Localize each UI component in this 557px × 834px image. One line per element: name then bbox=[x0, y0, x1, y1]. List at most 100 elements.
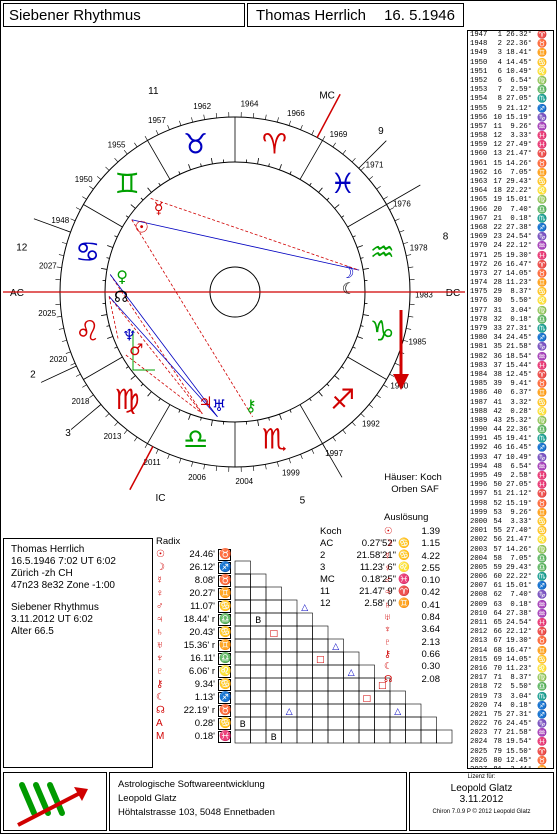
sign-glyph: ♒ bbox=[537, 600, 547, 610]
aspect-cell bbox=[327, 703, 344, 718]
degree-value: 2.58° bbox=[510, 472, 532, 480]
sign-glyph: ♑ bbox=[537, 233, 547, 243]
year-tick bbox=[179, 120, 182, 126]
degree-value: 3.33° bbox=[510, 517, 532, 526]
sign-glyph: ♊ bbox=[537, 389, 547, 399]
age-value: 76 bbox=[493, 720, 502, 729]
year-value: 1967 bbox=[470, 214, 488, 223]
year-tick bbox=[265, 464, 267, 470]
degree-value: 10.49° bbox=[506, 453, 532, 462]
zodiac-tick bbox=[360, 257, 364, 259]
year-tick bbox=[191, 117, 193, 123]
year-value: 2012 bbox=[470, 628, 488, 637]
age-value: 53 bbox=[493, 508, 502, 517]
aspect-cell bbox=[296, 664, 313, 679]
year-row: 1960 13 21.47° ♈ bbox=[470, 150, 553, 159]
year-row: 2024 78 19.54° ♓ bbox=[470, 738, 553, 747]
sign-glyph: ♋ bbox=[537, 58, 547, 68]
year-tick bbox=[406, 328, 412, 330]
aspect-cell bbox=[358, 729, 375, 744]
degree-value: 9.26° bbox=[510, 122, 532, 131]
ausloesung-row: ☊ 2.08 bbox=[384, 674, 464, 686]
year-value: 1963 bbox=[470, 178, 488, 186]
year-tick bbox=[134, 436, 138, 442]
aspect-cell bbox=[327, 729, 344, 744]
aspect-cell bbox=[250, 599, 267, 614]
degree-value: 27.05° bbox=[506, 481, 532, 490]
year-tick bbox=[89, 394, 94, 399]
year-label: 1992 bbox=[362, 419, 380, 428]
aspect-cell bbox=[234, 729, 251, 744]
aspect-cell bbox=[250, 729, 267, 744]
age-value: 68 bbox=[493, 646, 502, 655]
zodiac-sign-glyph: ♉ bbox=[183, 128, 208, 161]
year-tick bbox=[394, 218, 400, 222]
sign-glyph: ♓ bbox=[537, 472, 547, 481]
age-value: 40 bbox=[493, 389, 502, 398]
aspect-cell bbox=[343, 651, 360, 666]
year-value: 1949 bbox=[470, 49, 488, 58]
ausloesung-row: ☉ 1.39 bbox=[384, 526, 464, 538]
aspect-cell bbox=[265, 612, 282, 627]
age-value: 9 bbox=[497, 104, 502, 113]
age-value: 7 bbox=[497, 86, 502, 95]
year-tick bbox=[70, 218, 76, 222]
cusp-name: AC bbox=[320, 538, 334, 549]
zodiac-tick bbox=[257, 419, 260, 427]
year-value: 1947 bbox=[470, 31, 488, 39]
year-row: 1973 27 14.05° ♉ bbox=[470, 270, 553, 279]
aspect-cell bbox=[265, 586, 282, 601]
year-value: 1988 bbox=[470, 407, 488, 416]
year-tick bbox=[134, 142, 138, 148]
planet-symbol: ⚷ bbox=[384, 648, 391, 660]
zodiac-sign-glyph: ♓ bbox=[330, 167, 355, 200]
year-row: 1983 37 15.44° ♓ bbox=[470, 362, 553, 371]
aspect-mark: △ bbox=[332, 642, 339, 652]
degree-value: 11.23° bbox=[506, 664, 532, 673]
ic-axis bbox=[129, 446, 154, 491]
ausloesung-value: 0.84 bbox=[421, 612, 441, 624]
age-value: 48 bbox=[493, 462, 502, 471]
info-method: Siebener Rhythmus bbox=[11, 602, 99, 613]
degree-value: 22.12° bbox=[506, 242, 532, 251]
sign-glyph: ♍ bbox=[537, 416, 547, 426]
year-tick bbox=[288, 458, 291, 464]
degree-value: 7.40° bbox=[510, 591, 532, 600]
age-value: 4 bbox=[497, 58, 502, 67]
aspect-cell bbox=[234, 586, 251, 601]
aspect-cell bbox=[343, 677, 360, 692]
aspect-cell bbox=[234, 690, 251, 705]
aspect-line bbox=[131, 219, 253, 417]
aspect-mark: B bbox=[271, 733, 277, 743]
zodiac-tick bbox=[268, 163, 270, 167]
zodiac-tick bbox=[362, 314, 370, 317]
year-row: 2025 79 15.50° ♈ bbox=[470, 748, 553, 757]
age-value: 12 bbox=[493, 132, 502, 141]
year-value: 1969 bbox=[470, 233, 488, 242]
age-value: 66 bbox=[493, 628, 502, 637]
planet-glyph: ☾ bbox=[342, 279, 356, 298]
zodiac-tick bbox=[362, 267, 370, 270]
year-value: 1991 bbox=[470, 435, 488, 444]
year-row: 2008 62 7.40° ♑ bbox=[470, 591, 553, 600]
report-title: Siebener Rhythmus bbox=[3, 3, 245, 27]
age-value: 64 bbox=[493, 609, 502, 618]
year-row: 1950 4 14.45° ♋ bbox=[470, 59, 553, 68]
degree-value: 12.45° bbox=[506, 370, 532, 379]
degree-value: 21.47° bbox=[506, 536, 532, 545]
degree-value: 15.19° bbox=[506, 499, 532, 508]
sign-glyph: ♌ bbox=[537, 67, 547, 77]
sign-glyph: ♐ bbox=[537, 334, 547, 344]
aspect-cell bbox=[374, 729, 391, 744]
degree-value: 21.47° bbox=[506, 150, 532, 159]
aspect-cell bbox=[405, 703, 422, 718]
degree-value: 14.45° bbox=[506, 58, 532, 67]
year-label: 2018 bbox=[72, 397, 90, 406]
year-row: 1977 31 3.04° ♍ bbox=[470, 307, 553, 316]
age-value: 45 bbox=[493, 435, 502, 444]
year-tick bbox=[215, 112, 218, 118]
year-row: 2015 69 14.05° ♋ bbox=[470, 656, 553, 665]
zodiac-tick bbox=[147, 187, 152, 193]
aspect-cell bbox=[389, 716, 406, 731]
aspect-cell bbox=[296, 651, 313, 666]
